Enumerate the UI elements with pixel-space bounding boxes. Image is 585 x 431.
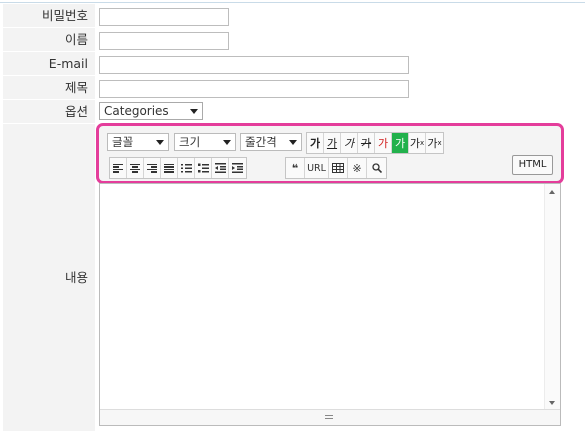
line-spacing-select-value: 줄간격 [245, 135, 277, 149]
chevron-down-icon [190, 109, 198, 114]
content-label: 내용 [64, 270, 88, 285]
insert-group: ❝ URL ※ [285, 157, 387, 179]
underline-button[interactable]: 가 [324, 133, 341, 153]
email-row: E-mail [0, 52, 585, 76]
indent-icon [232, 163, 243, 173]
table-button[interactable] [329, 158, 348, 178]
option-label: 옵션 [3, 100, 95, 123]
background-color-button[interactable]: 가 [392, 133, 409, 153]
scroll-up-icon[interactable] [549, 190, 555, 194]
search-button[interactable] [367, 158, 386, 178]
category-select[interactable]: Categories [99, 102, 203, 120]
superscript-button[interactable]: 가x [409, 133, 426, 153]
email-label: E-mail [3, 52, 95, 75]
url-button[interactable]: URL [305, 158, 329, 178]
content-editor[interactable] [99, 183, 561, 426]
align-center-button[interactable] [127, 158, 144, 178]
editor-toolbar: 글꼴 크기 줄간격 가 가 가 가 가 가 가x 가x ❝ URL ※ HTML [96, 123, 564, 184]
align-right-button[interactable] [144, 158, 161, 178]
email-input[interactable] [99, 56, 409, 74]
name-row: 이름 [0, 28, 585, 52]
password-row: 비밀번호 [0, 4, 585, 28]
content-label-cell: 내용 [3, 124, 95, 431]
align-left-button[interactable] [110, 158, 127, 178]
special-char-icon: ※ [352, 161, 362, 175]
subject-row: 제목 [0, 76, 585, 100]
align-right-icon [147, 163, 157, 173]
align-justify-icon [164, 163, 174, 173]
align-left-icon [113, 163, 123, 173]
outdent-button[interactable] [212, 158, 229, 178]
scroll-down-icon[interactable] [549, 401, 555, 405]
resize-grip-icon [325, 415, 333, 421]
password-input[interactable] [99, 8, 229, 26]
quote-button[interactable]: ❝ [286, 158, 305, 178]
line-spacing-select[interactable]: 줄간격 [240, 133, 302, 151]
chevron-down-icon [223, 140, 231, 145]
subject-label: 제목 [3, 76, 95, 99]
chevron-down-icon [289, 140, 297, 145]
quote-icon: ❝ [291, 161, 299, 175]
paragraph-group [109, 157, 247, 179]
align-justify-button[interactable] [161, 158, 178, 178]
password-label: 비밀번호 [3, 4, 95, 27]
align-center-icon [130, 163, 140, 173]
ordered-list-icon [180, 164, 192, 173]
subject-input[interactable] [99, 80, 409, 98]
html-mode-button[interactable]: HTML [512, 155, 553, 175]
size-select-value: 크기 [179, 135, 201, 149]
unordered-list-button[interactable] [195, 158, 212, 178]
outdent-icon [214, 163, 226, 173]
italic-button[interactable]: 가 [341, 133, 358, 153]
name-input[interactable] [99, 32, 229, 50]
indent-button[interactable] [229, 158, 246, 178]
top-divider [0, 2, 585, 3]
link-icon: URL [307, 162, 326, 174]
strikethrough-button[interactable]: 가 [358, 133, 375, 153]
special-char-button[interactable]: ※ [348, 158, 367, 178]
editor-resize-handle[interactable] [100, 409, 560, 425]
unordered-list-icon [197, 163, 209, 173]
chevron-down-icon [156, 140, 164, 145]
table-icon [332, 163, 344, 173]
option-row: 옵션 Categories [0, 100, 585, 124]
category-select-value: Categories [104, 104, 169, 118]
subscript-button[interactable]: 가x [426, 133, 443, 153]
ordered-list-button[interactable] [178, 158, 195, 178]
search-icon [371, 163, 382, 173]
name-label: 이름 [3, 28, 95, 51]
font-select-value: 글꼴 [112, 135, 134, 149]
size-select[interactable]: 크기 [174, 133, 236, 151]
font-color-button[interactable]: 가 [375, 133, 392, 153]
text-style-group: 가 가 가 가 가 가 가x 가x [306, 132, 444, 154]
editor-scrollbar[interactable] [544, 184, 560, 411]
font-select[interactable]: 글꼴 [107, 133, 169, 151]
bold-button[interactable]: 가 [307, 133, 324, 153]
